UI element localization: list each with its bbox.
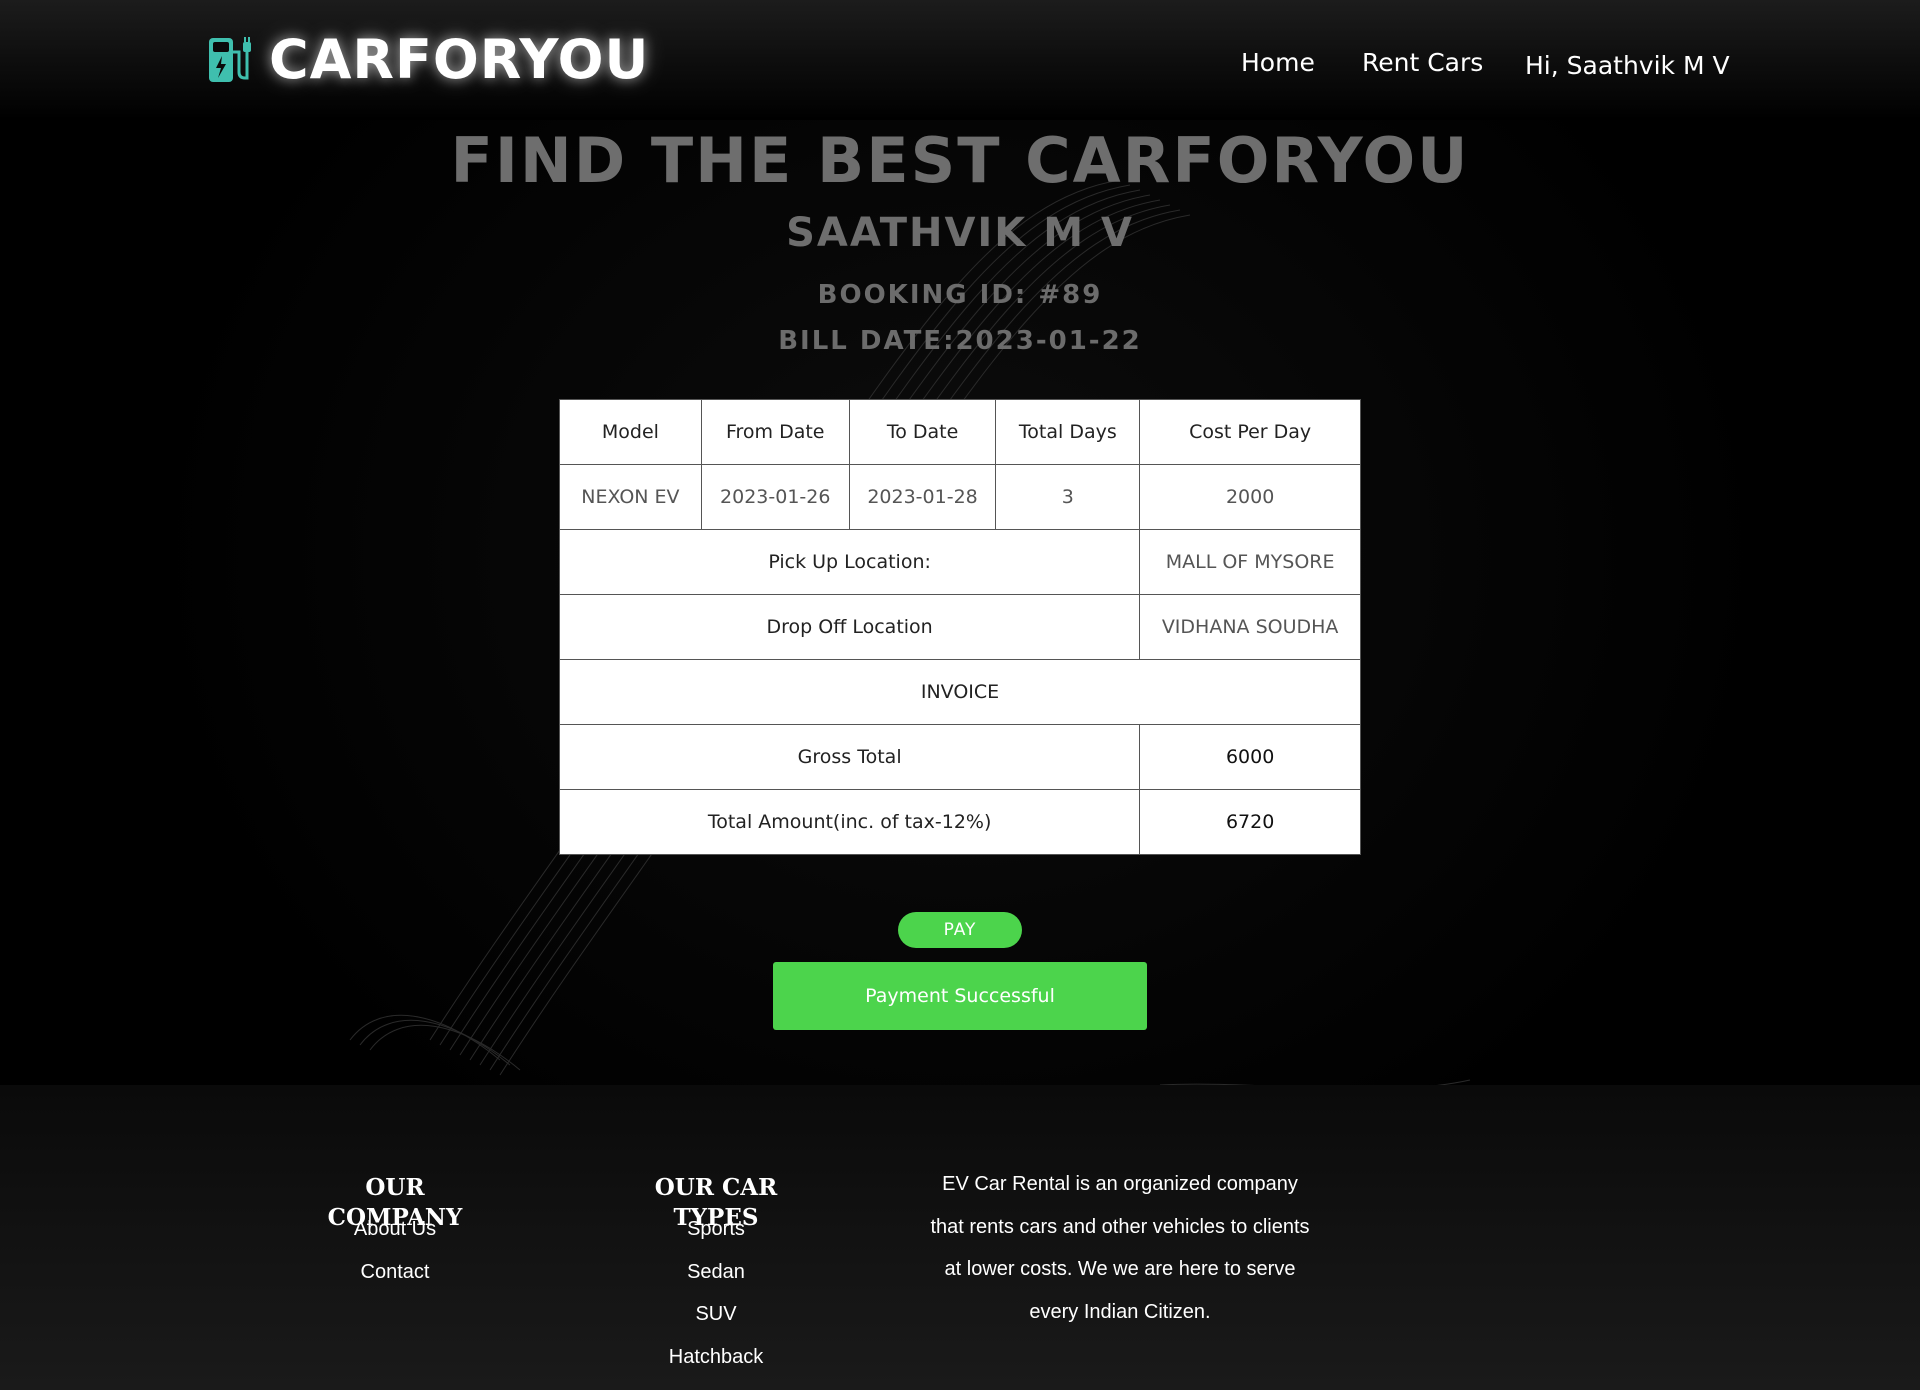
- about-line: EV Car Rental is an organized company: [942, 1173, 1298, 1195]
- cell-from-date: 2023-01-26: [700, 464, 850, 530]
- footer-link-contact[interactable]: Contact: [295, 1261, 495, 1284]
- dropoff-row: Drop Off Location VIDHANA SOUDHA: [558, 594, 1361, 660]
- about-line: at lower costs. We we are here to serve: [944, 1258, 1296, 1280]
- total-amount-value: 6720: [1139, 789, 1361, 855]
- footer-link-sports[interactable]: Sports: [616, 1218, 816, 1241]
- nav-user-greeting[interactable]: Hi, Saathvik M V: [1525, 51, 1730, 80]
- footer-link-hatchback[interactable]: Hatchback: [616, 1346, 816, 1369]
- pickup-row: Pick Up Location: MALL OF MYSORE: [558, 529, 1361, 595]
- brand-logo[interactable]: CARFORYOU: [205, 28, 649, 91]
- total-amount-label: Total Amount(inc. of tax-12%): [558, 789, 1141, 855]
- about-line: every Indian Citizen.: [1029, 1300, 1211, 1323]
- column-header-total-days: Total Days: [995, 399, 1141, 465]
- cell-cost-per-day: 2000: [1139, 464, 1361, 530]
- table-header-row: Model From Date To Date Total Days Cost …: [559, 399, 1361, 465]
- bill-table: Model From Date To Date Total Days Cost …: [558, 399, 1361, 855]
- gross-total-label: Gross Total: [558, 724, 1141, 790]
- gross-total-row: Gross Total 6000: [558, 724, 1361, 790]
- cell-to-date: 2023-01-28: [848, 464, 997, 530]
- total-amount-row: Total Amount(inc. of tax-12%) 6720: [558, 789, 1361, 855]
- page-title: FIND THE BEST CARFORYOU: [450, 124, 1470, 197]
- pickup-label: Pick Up Location:: [558, 529, 1141, 595]
- cell-model: NEXON EV: [559, 464, 702, 530]
- cell-total-days: 3: [995, 464, 1141, 530]
- about-line: that rents cars and other vehicles to cl…: [930, 1215, 1310, 1238]
- invoice-label: INVOICE: [559, 659, 1361, 725]
- page: CARFORYOU Home Rent Cars Hi, Saathvik M …: [0, 0, 1920, 1390]
- pickup-value: MALL OF MYSORE: [1139, 529, 1361, 595]
- dropoff-value: VIDHANA SOUDHA: [1139, 594, 1361, 660]
- column-header-from-date: From Date: [700, 399, 850, 465]
- customer-name: SAATHVIK M V: [786, 210, 1134, 256]
- booking-id: BOOKING ID: #89: [817, 280, 1103, 310]
- footer-link-suv[interactable]: SUV: [616, 1303, 816, 1326]
- footer-link-about-us[interactable]: About Us: [295, 1218, 495, 1241]
- brand-name: CARFORYOU: [269, 28, 650, 91]
- column-header-model: Model: [559, 399, 702, 465]
- payment-success-message: Payment Successful: [773, 962, 1147, 1030]
- footer-about-text: EV Car Rental is an organized company th…: [880, 1163, 1360, 1333]
- gross-total-value: 6000: [1139, 724, 1361, 790]
- ev-charger-icon: [209, 36, 251, 82]
- pay-button[interactable]: PAY: [898, 912, 1022, 948]
- nav-rent-cars-link[interactable]: Rent Cars: [1362, 48, 1483, 77]
- column-header-cost-per-day: Cost Per Day: [1139, 399, 1361, 465]
- footer-link-sedan[interactable]: Sedan: [616, 1261, 816, 1284]
- column-header-to-date: To Date: [848, 399, 997, 465]
- dropoff-label: Drop Off Location: [558, 594, 1141, 660]
- invoice-row: INVOICE: [559, 659, 1361, 725]
- nav-home-link[interactable]: Home: [1241, 48, 1315, 77]
- table-row: NEXON EV 2023-01-26 2023-01-28 3 2000: [559, 464, 1361, 530]
- bill-date: BILL DATE:2023-01-22: [778, 326, 1142, 356]
